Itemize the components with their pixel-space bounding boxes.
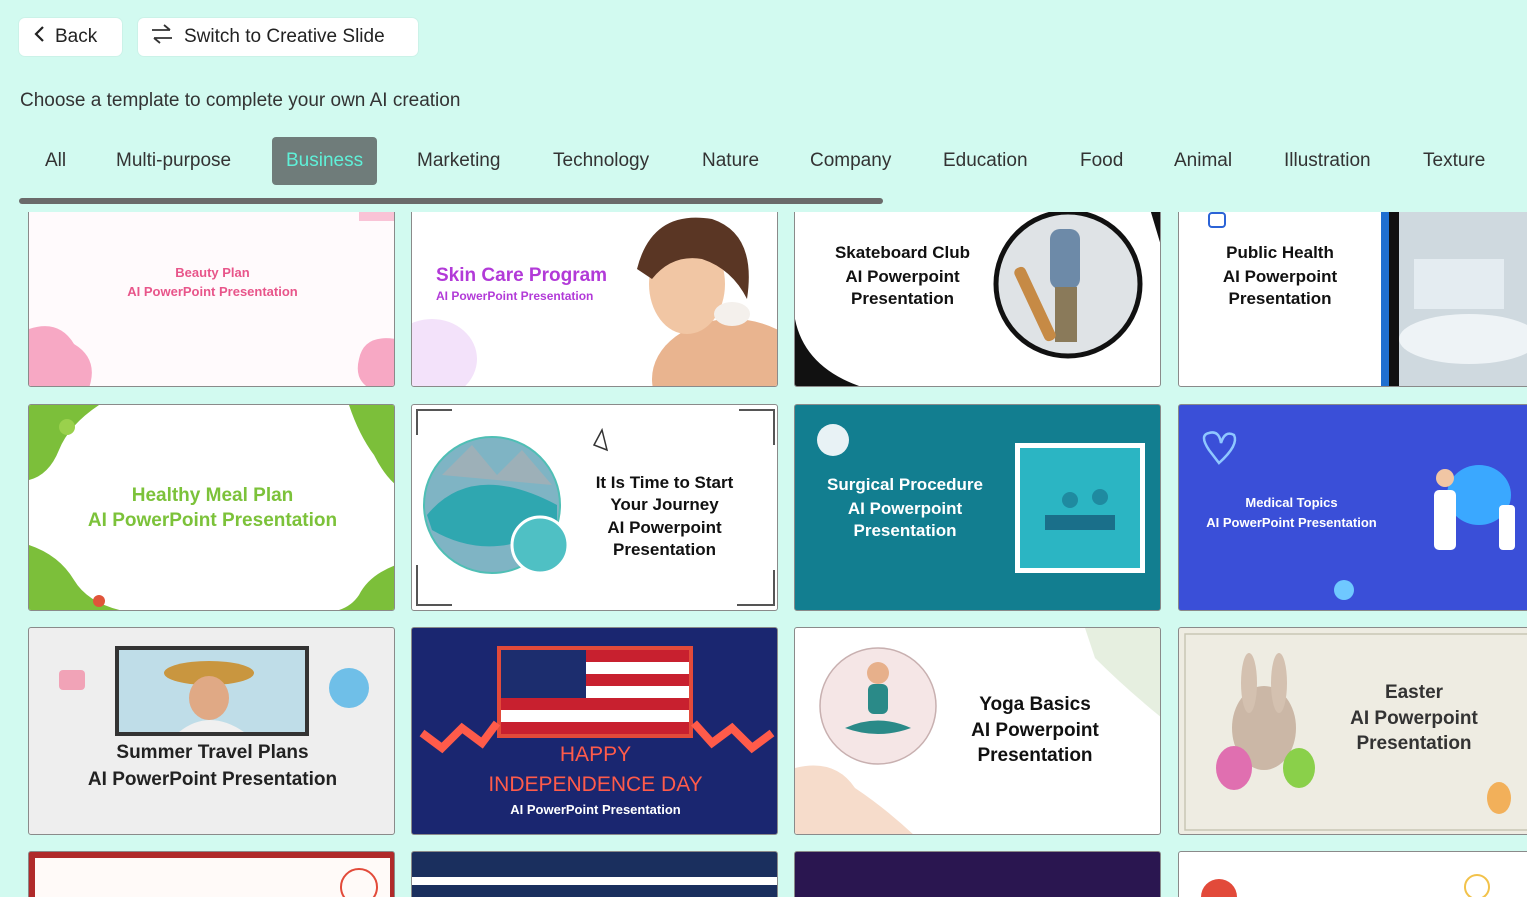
card-subtitle-2: Presentation <box>977 745 1093 766</box>
card-decor <box>29 852 394 897</box>
card-subtitle-2: Presentation <box>1356 733 1472 754</box>
template-card[interactable] <box>1178 851 1527 897</box>
tab-marketing[interactable]: Marketing <box>403 137 514 185</box>
tab-company[interactable]: Company <box>796 137 905 185</box>
tabs-scrollbar[interactable] <box>19 198 883 204</box>
card-subtitle: AI Powerpoint <box>971 720 1099 741</box>
card-subtitle-2: Presentation <box>853 521 957 540</box>
card-subtitle-2: Presentation <box>1228 289 1332 308</box>
card-title: Surgical Procedure <box>827 475 983 494</box>
card-subtitle: AI Powerpoint <box>847 499 963 518</box>
category-tabs: All Multi-purpose Business Marketing Tec… <box>0 137 1527 185</box>
chevron-left-icon <box>33 25 47 49</box>
card-title: Skateboard Club <box>834 243 971 262</box>
tab-nature[interactable]: Nature <box>688 137 773 185</box>
template-card[interactable]: Medical Topics AI PowerPoint Presentatio… <box>1178 404 1527 611</box>
template-card[interactable]: Surgical Procedure AI Powerpoint Present… <box>794 404 1161 611</box>
back-button[interactable]: Back <box>19 18 122 56</box>
template-card[interactable] <box>411 851 778 897</box>
card-title: It Is Time to Start <box>595 473 734 492</box>
template-card[interactable]: Healthy Meal Plan AI PowerPoint Presenta… <box>28 404 395 611</box>
travel-photo <box>59 646 369 736</box>
card-decor <box>29 405 394 610</box>
card-subtitle: AI PowerPoint Presentation <box>127 284 298 299</box>
template-card[interactable]: Skin Care Program AI PowerPoint Presenta… <box>411 212 778 387</box>
tab-food[interactable]: Food <box>1066 137 1137 185</box>
card-title: HAPPY <box>559 743 632 766</box>
template-grid: Beauty Plan AI PowerPoint Presentation S… <box>0 212 1527 897</box>
card-title: Healthy Meal Plan <box>131 485 294 506</box>
card-title: Medical Topics <box>1245 495 1338 510</box>
card-subtitle: AI PowerPoint Presentation <box>87 769 338 790</box>
card-subtitle: AI Powerpoint <box>1222 267 1338 286</box>
switch-creative-button[interactable]: Switch to Creative Slide <box>138 18 418 56</box>
back-label: Back <box>55 26 98 47</box>
card-title-line2: Your Journey <box>610 495 719 514</box>
template-card[interactable]: Summer Travel Plans AI PowerPoint Presen… <box>28 627 395 835</box>
tab-texture[interactable]: Texture <box>1409 137 1499 185</box>
tab-education[interactable]: Education <box>929 137 1042 185</box>
card-subtitle: AI PowerPoint Presentation <box>436 289 594 303</box>
page-subtitle: Choose a template to complete your own A… <box>20 90 461 111</box>
card-subtitle: AI PowerPoint Presentation <box>87 510 338 531</box>
switch-icon <box>150 24 174 50</box>
switch-label: Switch to Creative Slide <box>184 26 385 47</box>
tab-animal[interactable]: Animal <box>1160 137 1246 185</box>
template-card[interactable] <box>794 851 1161 897</box>
tab-illustration[interactable]: Illustration <box>1270 137 1385 185</box>
card-subtitle: AI Powerpoint <box>607 518 722 537</box>
template-card[interactable]: Beauty Plan AI PowerPoint Presentation <box>28 212 395 387</box>
tab-business[interactable]: Business <box>272 137 378 185</box>
template-card[interactable]: Yoga Basics AI Powerpoint Presentation <box>794 627 1161 835</box>
template-card[interactable]: Public Health AI Powerpoint Presentation <box>1178 212 1527 387</box>
template-card[interactable]: HAPPY INDEPENDENCE DAY AI PowerPoint Pre… <box>411 627 778 835</box>
card-decor <box>412 877 777 885</box>
card-title: Skin Care Program <box>436 265 608 286</box>
card-title: Easter <box>1384 682 1444 703</box>
card-subtitle: AI Powerpoint <box>845 267 960 286</box>
card-subtitle-2: Presentation <box>613 540 716 559</box>
card-title: Beauty Plan <box>175 265 250 280</box>
template-card[interactable] <box>28 851 395 897</box>
template-card[interactable]: It Is Time to Start Your Journey AI Powe… <box>411 404 778 611</box>
card-title: Public Health <box>1226 243 1334 262</box>
card-subtitle: AI Powerpoint <box>1350 708 1478 729</box>
card-decor <box>1201 874 1490 897</box>
tab-technology[interactable]: Technology <box>539 137 663 185</box>
tab-multi-purpose[interactable]: Multi-purpose <box>102 137 245 185</box>
template-card[interactable]: Easter AI Powerpoint Presentation <box>1178 627 1527 835</box>
card-title-line2: INDEPENDENCE DAY <box>488 773 703 796</box>
easter-illustration <box>1184 633 1527 831</box>
card-subtitle: AI PowerPoint Presentation <box>1206 515 1377 530</box>
template-card[interactable]: Skateboard Club AI Powerpoint Presentati… <box>794 212 1161 387</box>
card-title: Summer Travel Plans <box>116 742 309 763</box>
card-subtitle-2: Presentation <box>851 289 954 308</box>
card-subtitle: AI PowerPoint Presentation <box>510 802 681 817</box>
tab-all[interactable]: All <box>31 137 80 185</box>
card-title: Yoga Basics <box>979 694 1091 715</box>
